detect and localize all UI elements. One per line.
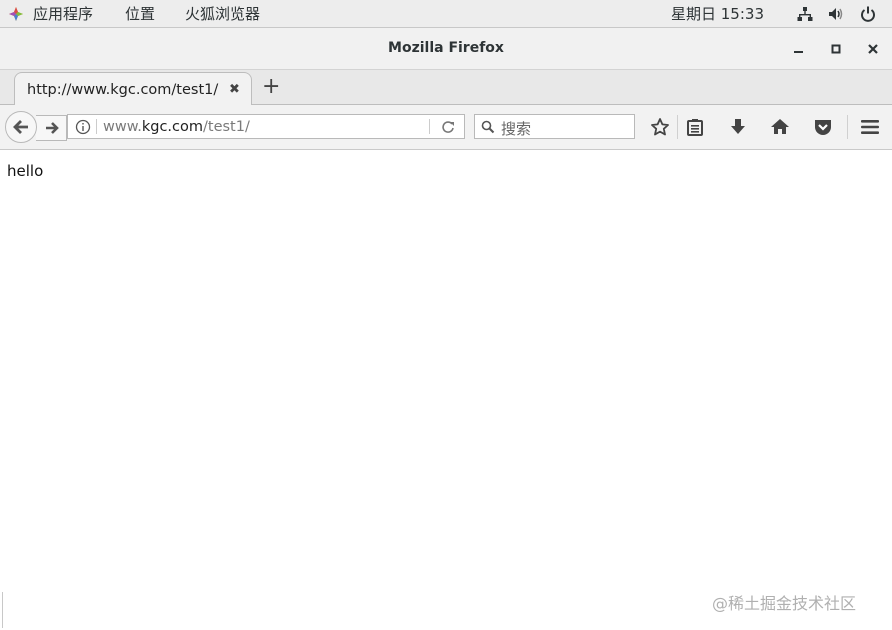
forward-arrow-icon: [46, 122, 59, 134]
close-icon[interactable]: [865, 41, 881, 57]
home-icon[interactable]: [770, 117, 790, 137]
bookmark-star-icon[interactable]: [650, 117, 670, 137]
window-title: Mozilla Firefox: [388, 40, 504, 56]
watermark: @稀土掘金技术社区: [712, 594, 857, 613]
forward-button[interactable]: [36, 115, 67, 141]
search-input[interactable]: 搜索: [474, 114, 635, 139]
search-placeholder: 搜索: [501, 120, 532, 138]
menu-firefox[interactable]: 火狐浏览器: [185, 3, 260, 24]
tab-active[interactable]: http://www.kgc.com/test1/ ✖: [14, 72, 252, 106]
window-edge: [2, 592, 3, 628]
toolbar-separator: [677, 115, 678, 139]
hamburger-menu-icon[interactable]: [860, 117, 880, 137]
volume-icon[interactable]: [827, 5, 845, 23]
menu-places[interactable]: 位置: [125, 3, 155, 24]
info-icon[interactable]: [75, 119, 91, 135]
page-content: hello: [0, 150, 892, 630]
maximize-icon[interactable]: [828, 41, 844, 57]
bookmarks-menu-icon[interactable]: [685, 117, 705, 137]
reload-icon[interactable]: [441, 120, 455, 134]
reload-divider: [429, 119, 430, 134]
system-top-bar: 应用程序 位置 火狐浏览器 星期日 15:33: [0, 0, 892, 28]
url-path: /test1/: [203, 119, 250, 135]
applications-icon: [9, 7, 23, 21]
url-text[interactable]: www.kgc.com/test1/: [103, 119, 250, 135]
nav-toolbar: www.kgc.com/test1/ 搜索: [0, 105, 892, 150]
url-bar[interactable]: www.kgc.com/test1/: [67, 114, 465, 139]
minimize-icon[interactable]: [790, 41, 806, 57]
page-text: hello: [7, 162, 44, 180]
downloads-icon[interactable]: [728, 117, 748, 137]
search-icon: [481, 120, 495, 134]
tab-strip: http://www.kgc.com/test1/ ✖ +: [0, 70, 892, 106]
url-domain: kgc.com: [141, 119, 204, 135]
toolbar-separator: [847, 115, 848, 139]
url-divider: [96, 119, 97, 134]
network-icon[interactable]: [796, 5, 814, 23]
url-prefix: www.: [103, 119, 142, 135]
pocket-icon[interactable]: [813, 117, 833, 137]
back-button[interactable]: [5, 111, 37, 143]
window-title-bar[interactable]: Mozilla Firefox: [0, 28, 892, 70]
new-tab-button[interactable]: +: [262, 76, 280, 98]
clock[interactable]: 星期日 15:33: [671, 3, 764, 24]
back-arrow-icon: [13, 120, 28, 134]
menu-applications[interactable]: 应用程序: [33, 3, 93, 24]
tab-label: http://www.kgc.com/test1/: [27, 82, 219, 98]
tab-close-icon[interactable]: ✖: [229, 82, 240, 97]
power-icon[interactable]: [859, 5, 877, 23]
